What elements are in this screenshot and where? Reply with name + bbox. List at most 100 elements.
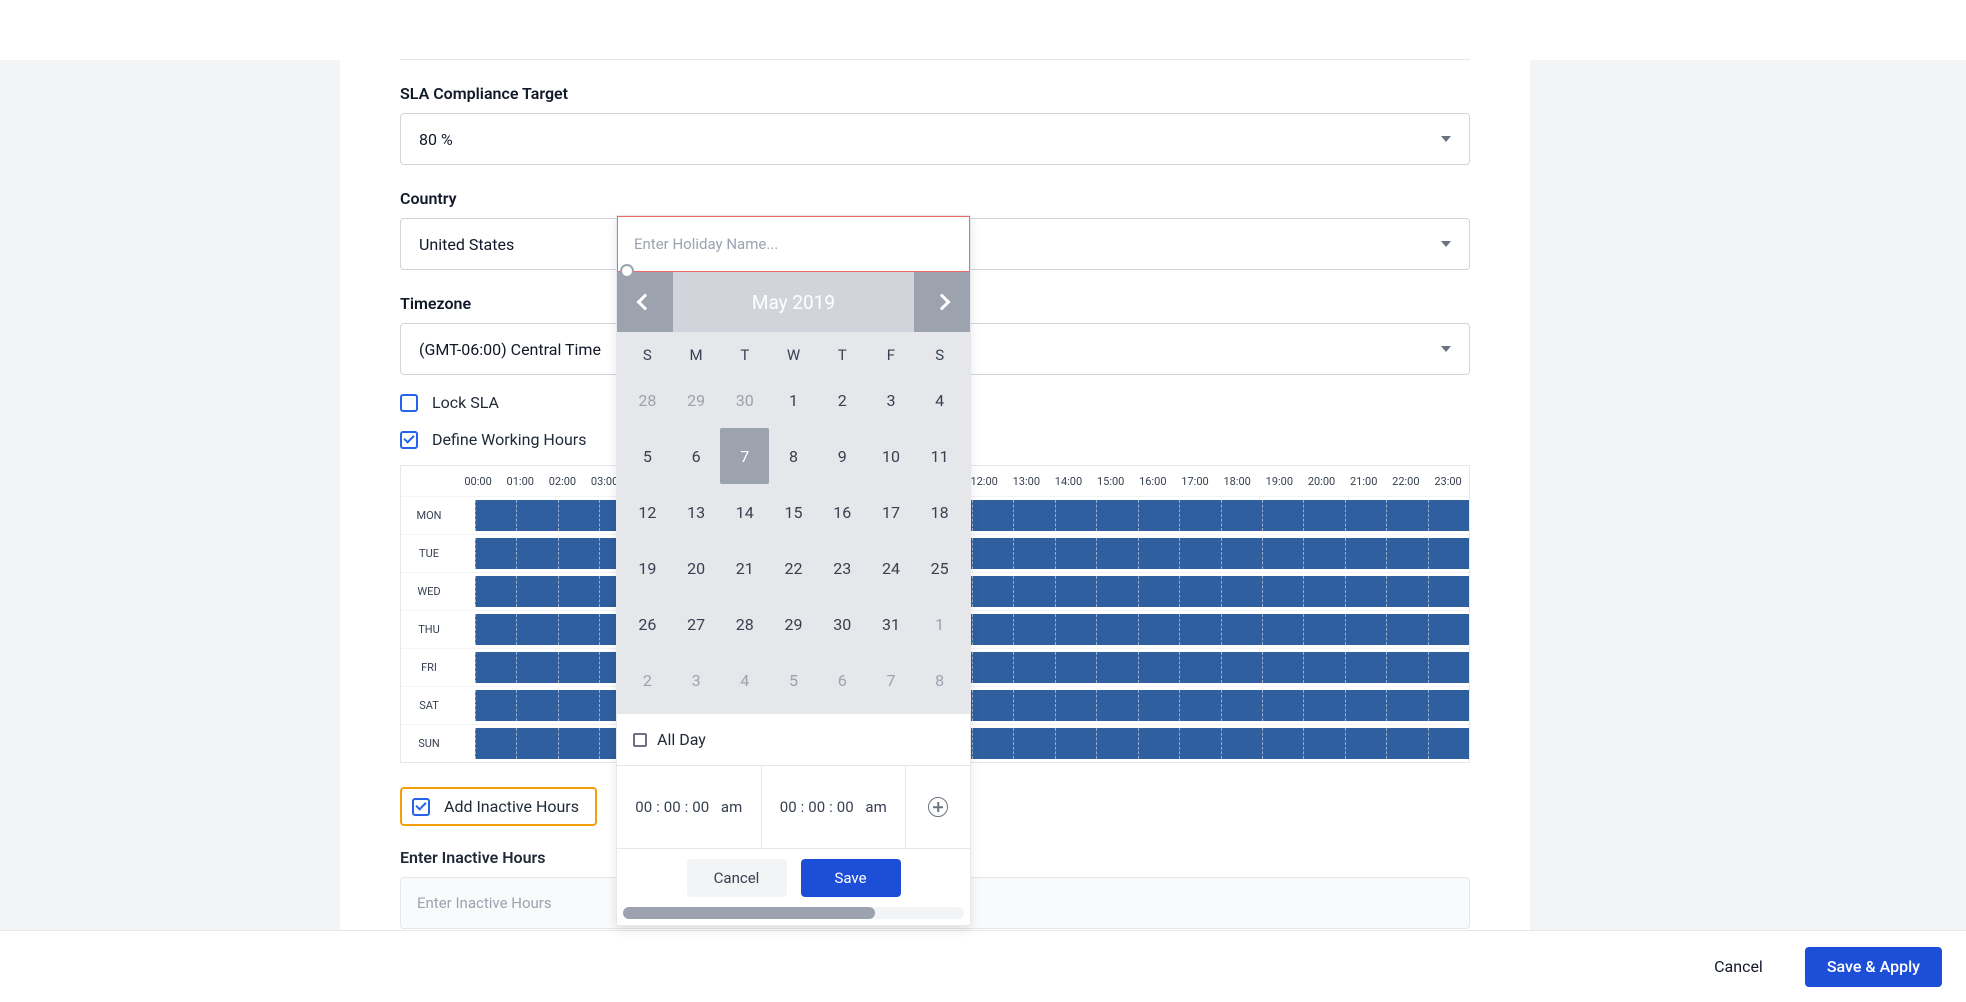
- schedule-hour-label: 17:00: [1174, 475, 1216, 488]
- start-mm: 00: [664, 798, 681, 816]
- define-working-hours-label: Define Working Hours: [432, 430, 586, 449]
- calendar-day-cell[interactable]: 31: [867, 596, 916, 652]
- checkmark-icon: [415, 799, 426, 810]
- calendar-day-cell[interactable]: 24: [867, 540, 916, 596]
- calendar-day-cell[interactable]: 15: [769, 484, 818, 540]
- calendar-day-cell[interactable]: 10: [867, 428, 916, 484]
- country-value: United States: [419, 235, 514, 254]
- calendar-day-cell[interactable]: 12: [623, 484, 672, 540]
- start-hh: 00: [635, 798, 652, 816]
- calendar-day-cell[interactable]: 29: [672, 372, 721, 428]
- calendar-day-cell[interactable]: 26: [623, 596, 672, 652]
- calendar-day-cell[interactable]: 18: [915, 484, 964, 540]
- add-inactive-hours-checkbox[interactable]: [412, 798, 430, 816]
- calendar-dow-label: T: [720, 338, 769, 372]
- scrollbar-thumb[interactable]: [623, 907, 875, 919]
- all-day-row[interactable]: All Day: [617, 714, 970, 765]
- calendar-next-button[interactable]: [914, 272, 970, 332]
- define-working-hours-checkbox[interactable]: [400, 431, 418, 449]
- schedule-hour-label: 14:00: [1047, 475, 1089, 488]
- calendar-day-cell[interactable]: 25: [915, 540, 964, 596]
- calendar-footer: Cancel Save: [617, 849, 970, 907]
- calendar-day-cell[interactable]: 30: [720, 372, 769, 428]
- calendar-day-cell[interactable]: 3: [867, 372, 916, 428]
- calendar-dow-label: S: [623, 338, 672, 372]
- calendar-day-cell[interactable]: 9: [818, 428, 867, 484]
- calendar-day-cell[interactable]: 2: [623, 652, 672, 708]
- enter-inactive-hours-placeholder: Enter Inactive Hours: [417, 894, 552, 912]
- calendar-day-cell[interactable]: 1: [769, 372, 818, 428]
- schedule-hour-label: 01:00: [499, 475, 541, 488]
- calendar-day-cell[interactable]: 19: [623, 540, 672, 596]
- all-day-checkbox[interactable]: [633, 733, 647, 747]
- calendar-day-cell[interactable]: 7: [720, 428, 769, 484]
- calendar-day-cell[interactable]: 20: [672, 540, 721, 596]
- card-top-divider: [400, 0, 1470, 60]
- sla-compliance-group: SLA Compliance Target 80 %: [400, 84, 1470, 165]
- calendar-day-cell[interactable]: 23: [818, 540, 867, 596]
- calendar-day-cell[interactable]: 30: [818, 596, 867, 652]
- calendar-day-cell[interactable]: 13: [672, 484, 721, 540]
- calendar-save-button[interactable]: Save: [801, 859, 901, 897]
- schedule-hour-label: 21:00: [1343, 475, 1385, 488]
- calendar-header: May 2019: [617, 272, 970, 332]
- calendar-day-cell[interactable]: 28: [720, 596, 769, 652]
- schedule-day-label: MON: [401, 497, 457, 534]
- schedule-hour-label: 02:00: [541, 475, 583, 488]
- lock-sla-checkbox[interactable]: [400, 394, 418, 412]
- calendar-day-cell[interactable]: 5: [623, 428, 672, 484]
- calendar-day-cell[interactable]: 1: [915, 596, 964, 652]
- country-label: Country: [400, 189, 1470, 208]
- chevron-down-icon: [1441, 346, 1451, 352]
- page-cancel-button[interactable]: Cancel: [1692, 947, 1785, 987]
- calendar-prev-button[interactable]: [617, 272, 673, 332]
- calendar-day-cell[interactable]: 8: [769, 428, 818, 484]
- calendar-day-cell[interactable]: 22: [769, 540, 818, 596]
- schedule-hour-label: 16:00: [1132, 475, 1174, 488]
- calendar-day-cell[interactable]: 5: [769, 652, 818, 708]
- calendar-cancel-button[interactable]: Cancel: [687, 859, 787, 897]
- calendar-day-cell[interactable]: 28: [623, 372, 672, 428]
- time-range-row: 00:00:00 am 00:00:00 am: [617, 765, 970, 849]
- schedule-day-label: TUE: [401, 535, 457, 572]
- popover-scrollbar[interactable]: [623, 907, 964, 919]
- schedule-day-label: THU: [401, 611, 457, 648]
- sla-compliance-label: SLA Compliance Target: [400, 84, 1470, 103]
- end-time-input[interactable]: 00:00:00 am: [762, 766, 907, 848]
- calendar-day-cell[interactable]: 4: [915, 372, 964, 428]
- schedule-hour-label: 00:00: [457, 475, 499, 488]
- calendar-day-cell[interactable]: 4: [720, 652, 769, 708]
- calendar-grid: SMTWTFS 28293012345678910111213141516171…: [617, 332, 970, 714]
- calendar-day-cell[interactable]: 27: [672, 596, 721, 652]
- add-time-range-button[interactable]: [906, 766, 970, 848]
- holiday-name-input[interactable]: Enter Holiday Name...: [617, 216, 970, 272]
- calendar-day-cell[interactable]: 6: [672, 428, 721, 484]
- chevron-right-icon: [934, 294, 951, 311]
- calendar-day-cell[interactable]: 2: [818, 372, 867, 428]
- add-inactive-hours-row[interactable]: Add Inactive Hours: [400, 787, 597, 826]
- calendar-day-cell[interactable]: 17: [867, 484, 916, 540]
- calendar-day-cell[interactable]: 11: [915, 428, 964, 484]
- calendar-day-cell[interactable]: 8: [915, 652, 964, 708]
- lock-sla-label: Lock SLA: [432, 393, 499, 412]
- calendar-day-cell[interactable]: 14: [720, 484, 769, 540]
- page-save-apply-button[interactable]: Save & Apply: [1805, 947, 1942, 987]
- chevron-left-icon: [637, 294, 654, 311]
- end-mm: 00: [808, 798, 825, 816]
- calendar-day-cell[interactable]: 16: [818, 484, 867, 540]
- end-hh: 00: [780, 798, 797, 816]
- holiday-calendar-popover: Enter Holiday Name... May 2019 SMTWTFS 2…: [616, 215, 971, 926]
- calendar-dow-label: S: [915, 338, 964, 372]
- calendar-day-cell[interactable]: 21: [720, 540, 769, 596]
- sla-compliance-select[interactable]: 80 %: [400, 113, 1470, 165]
- calendar-day-cell[interactable]: 7: [867, 652, 916, 708]
- calendar-dow-label: M: [672, 338, 721, 372]
- calendar-day-cell[interactable]: 3: [672, 652, 721, 708]
- start-time-input[interactable]: 00:00:00 am: [617, 766, 762, 848]
- schedule-hour-label: 19:00: [1258, 475, 1300, 488]
- holiday-name-placeholder: Enter Holiday Name...: [634, 235, 778, 253]
- calendar-day-cell[interactable]: 29: [769, 596, 818, 652]
- calendar-day-cell[interactable]: 6: [818, 652, 867, 708]
- calendar-dow-label: F: [867, 338, 916, 372]
- calendar-title: May 2019: [673, 272, 914, 332]
